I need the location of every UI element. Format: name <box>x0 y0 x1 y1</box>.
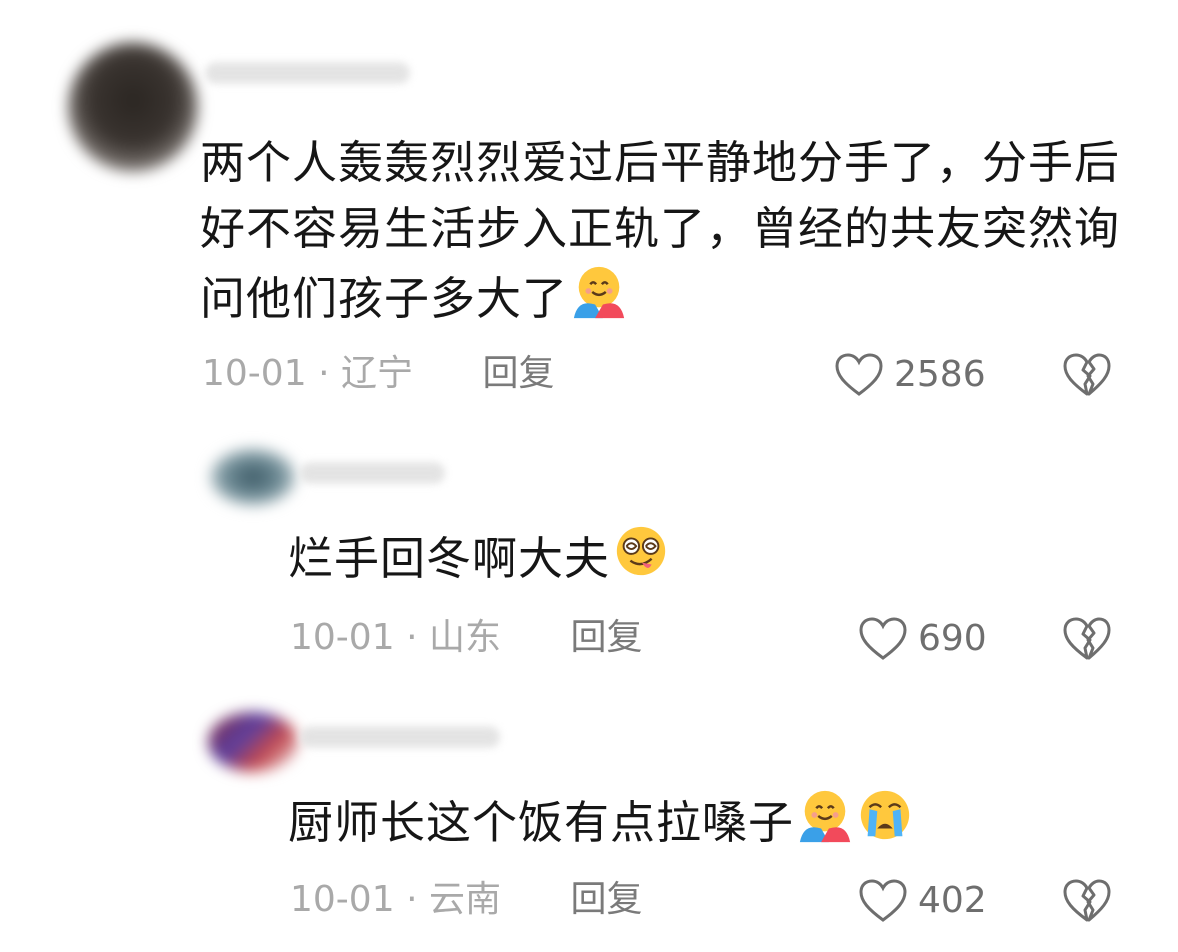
hugging-emoji-icon <box>573 266 625 319</box>
broken-heart-icon[interactable] <box>1062 878 1112 924</box>
like-button[interactable]: 690 <box>858 616 987 662</box>
heart-outline-icon <box>835 353 883 396</box>
comment-text: 烂手回冬啊大夫 <box>288 522 1088 592</box>
heart-outline-icon <box>859 617 907 660</box>
comment-meta: 10-01 · 辽宁 回复 <box>202 352 554 396</box>
like-count: 402 <box>918 880 987 921</box>
comment-meta: 10-01 · 山东 回复 <box>290 616 642 660</box>
hugging-emoji-icon <box>799 790 851 843</box>
avatar[interactable] <box>210 448 296 506</box>
reply-button[interactable]: 回复 <box>482 353 554 394</box>
broken-heart-icon[interactable] <box>1062 616 1112 662</box>
like-count: 690 <box>918 618 987 659</box>
crying-emoji-icon <box>860 790 910 840</box>
username-blurred[interactable] <box>300 726 500 748</box>
username-blurred[interactable] <box>300 462 445 484</box>
reply-button[interactable]: 回复 <box>570 617 642 658</box>
comment-body: 烂手回冬啊大夫 <box>288 532 611 585</box>
comment-location: 辽宁 <box>340 353 413 394</box>
comment-text: 两个人轰轰烈烈爱过后平静地分手了，分手后好不容易生活步入正轨了，曾经的共友突然询… <box>200 130 1130 332</box>
meta-separator: · <box>318 353 330 394</box>
meta-separator: · <box>406 879 418 920</box>
comment-date: 10-01 <box>202 353 307 394</box>
comment-location: 云南 <box>428 879 501 920</box>
comment-location: 山东 <box>428 617 501 658</box>
like-button[interactable]: 402 <box>858 878 987 924</box>
like-count: 2586 <box>894 354 986 395</box>
comment-date: 10-01 <box>290 617 395 658</box>
like-button[interactable]: 2586 <box>834 352 986 398</box>
comment-body: 厨师长这个饭有点拉嗓子 <box>288 796 795 849</box>
broken-heart-icon[interactable] <box>1062 352 1112 398</box>
avatar[interactable] <box>208 712 298 772</box>
username-blurred[interactable] <box>205 62 410 84</box>
avatar[interactable] <box>68 42 198 172</box>
heart-outline-icon <box>859 879 907 922</box>
reply-button[interactable]: 回复 <box>570 879 642 920</box>
meta-separator: · <box>406 617 418 658</box>
comment-date: 10-01 <box>290 879 395 920</box>
dizzy-eyes-emoji-icon <box>616 526 666 576</box>
comment-meta: 10-01 · 云南 回复 <box>290 878 642 922</box>
comment-text: 厨师长这个饭有点拉嗓子 <box>288 786 1088 856</box>
comment-body: 两个人轰轰烈烈爱过后平静地分手了，分手后好不容易生活步入正轨了，曾经的共友突然询… <box>200 136 1121 325</box>
